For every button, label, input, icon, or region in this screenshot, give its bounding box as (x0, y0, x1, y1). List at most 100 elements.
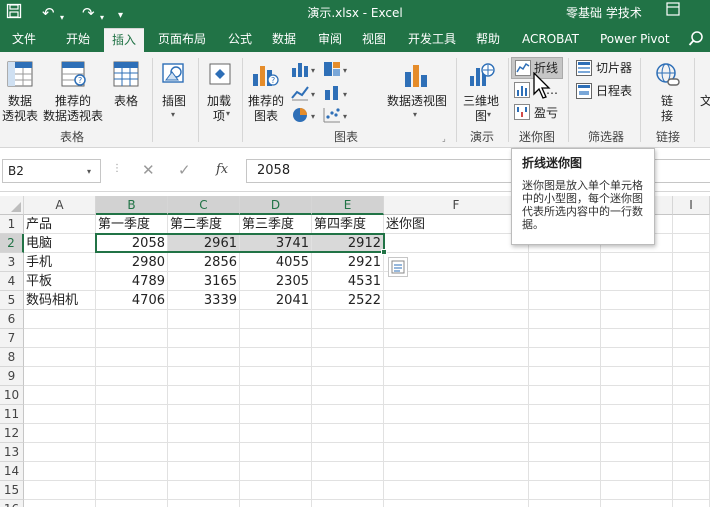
grid-cell[interactable]: 第三季度 (240, 215, 312, 234)
grid-cell[interactable]: 2305 (240, 272, 312, 291)
grid-cell[interactable] (673, 272, 710, 291)
grid-cell[interactable] (24, 310, 96, 329)
grid-cell[interactable] (96, 424, 168, 443)
link-button[interactable]: 链 接 (652, 94, 682, 124)
select-all-corner[interactable] (0, 196, 24, 215)
tab-review[interactable]: 审阅 (318, 28, 342, 52)
row-header[interactable]: 8 (0, 348, 24, 367)
column-header[interactable]: A (24, 196, 96, 215)
grid-cell[interactable] (312, 386, 384, 405)
column-header[interactable]: B (96, 196, 168, 215)
customize-toolbar-icon[interactable]: ▾ (118, 6, 123, 26)
row-header[interactable]: 7 (0, 329, 24, 348)
grid-cell[interactable] (96, 348, 168, 367)
grid-cell[interactable] (240, 405, 312, 424)
grid-cell[interactable] (601, 443, 673, 462)
grid-cell[interactable] (601, 310, 673, 329)
grid-cell[interactable] (312, 310, 384, 329)
grid-cell[interactable] (312, 367, 384, 386)
grid-cell[interactable] (601, 253, 673, 272)
enter-icon[interactable]: ✓ (178, 161, 191, 179)
grid-cell[interactable]: 4789 (96, 272, 168, 291)
grid-cell[interactable]: 电脑 (24, 234, 96, 253)
grid-cell[interactable]: 3165 (168, 272, 240, 291)
tab-view[interactable]: 视图 (362, 28, 386, 52)
grid-cell[interactable] (168, 481, 240, 500)
grid-cell[interactable] (384, 405, 529, 424)
row-header[interactable]: 4 (0, 272, 24, 291)
grid-cell[interactable] (673, 310, 710, 329)
pie-chart-icon[interactable] (290, 106, 310, 127)
row-header[interactable]: 15 (0, 481, 24, 500)
grid-cell[interactable] (673, 481, 710, 500)
statistic-chart-icon[interactable] (322, 84, 342, 105)
redo-icon[interactable]: ↷ (82, 3, 95, 23)
grid-cell[interactable] (384, 500, 529, 507)
row-header[interactable]: 3 (0, 253, 24, 272)
grid-cell[interactable] (168, 348, 240, 367)
grid-cell[interactable] (240, 310, 312, 329)
grid-cell[interactable] (673, 405, 710, 424)
column-header[interactable]: D (240, 196, 312, 215)
grid-cell[interactable] (673, 215, 710, 234)
grid-cell[interactable] (601, 329, 673, 348)
grid-cell[interactable] (384, 481, 529, 500)
grid-cell[interactable]: 2912 (312, 234, 384, 253)
row-header[interactable]: 16 (0, 500, 24, 507)
grid-cell[interactable] (529, 405, 601, 424)
grid-cell[interactable] (24, 348, 96, 367)
grid-cell[interactable]: 3741 (240, 234, 312, 253)
tab-formulas[interactable]: 公式 (228, 28, 252, 52)
column-header[interactable]: C (168, 196, 240, 215)
grid-cell[interactable] (240, 367, 312, 386)
grid-cell[interactable] (312, 405, 384, 424)
grid-cell[interactable]: 平板 (24, 272, 96, 291)
grid-cell[interactable] (529, 348, 601, 367)
tab-data[interactable]: 数据 (272, 28, 296, 52)
column-header[interactable]: I (673, 196, 710, 215)
row-header[interactable]: 9 (0, 367, 24, 386)
row-header[interactable]: 1 (0, 215, 24, 234)
grid-cell[interactable] (24, 462, 96, 481)
row-header[interactable]: 13 (0, 443, 24, 462)
grid-cell[interactable] (24, 443, 96, 462)
grid-cell[interactable]: 手机 (24, 253, 96, 272)
column-chart-icon[interactable] (290, 60, 310, 81)
grid-cell[interactable]: 2058 (96, 234, 168, 253)
grid-cell[interactable] (673, 462, 710, 481)
tab-power-pivot[interactable]: Power Pivot (600, 28, 670, 52)
grid-cell[interactable] (601, 500, 673, 507)
text-group-partial[interactable]: 文 (700, 94, 710, 109)
grid-cell[interactable] (24, 405, 96, 424)
pivot-table-button[interactable]: 数据 透视表 (2, 94, 38, 124)
timeline-button[interactable]: 日程表 (596, 83, 632, 99)
grid-cell[interactable] (24, 386, 96, 405)
grid-cell[interactable] (529, 291, 601, 310)
grid-cell[interactable]: 3339 (168, 291, 240, 310)
grid-cell[interactable]: 第一季度 (96, 215, 168, 234)
fill-handle[interactable] (381, 249, 387, 255)
grid-cell[interactable] (673, 424, 710, 443)
grid-cell[interactable] (96, 443, 168, 462)
grid-cell[interactable] (673, 500, 710, 507)
grid-cell[interactable] (384, 291, 529, 310)
row-header[interactable]: 6 (0, 310, 24, 329)
grid-cell[interactable] (601, 386, 673, 405)
row-header[interactable]: 10 (0, 386, 24, 405)
row-header[interactable]: 12 (0, 424, 24, 443)
grid-cell[interactable] (168, 386, 240, 405)
pivot-chart-button[interactable]: 数据透视图 (386, 94, 448, 109)
quick-analysis-icon[interactable] (388, 257, 408, 277)
grid-cell[interactable] (384, 234, 529, 253)
row-header[interactable]: 2 (0, 234, 24, 253)
dialog-launcher-icon[interactable]: ⌟ (442, 134, 446, 143)
grid-cell[interactable] (312, 348, 384, 367)
grid-cell[interactable]: 产品 (24, 215, 96, 234)
grid-cell[interactable] (673, 234, 710, 253)
recommended-charts-button[interactable]: 推荐的 图表 (246, 94, 286, 124)
grid-cell[interactable] (96, 329, 168, 348)
grid-cell[interactable]: 2856 (168, 253, 240, 272)
grid-cell[interactable] (529, 272, 601, 291)
grid-cell[interactable] (529, 310, 601, 329)
grid-cell[interactable] (168, 329, 240, 348)
